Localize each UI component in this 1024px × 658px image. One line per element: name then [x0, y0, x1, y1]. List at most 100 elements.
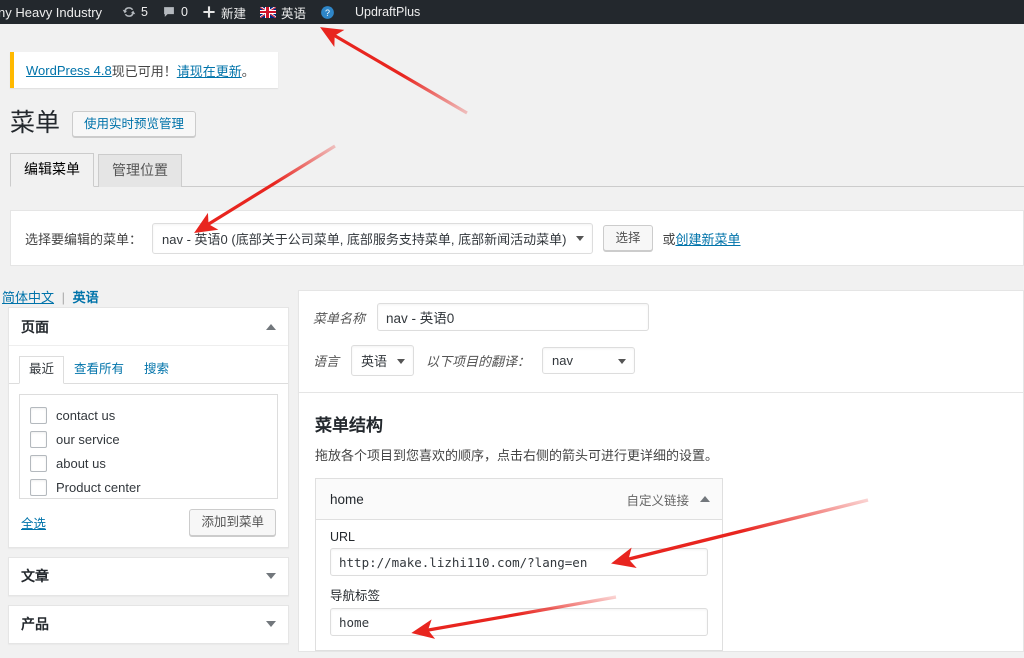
- menu-language-row: 语言 英语 以下项目的翻译： nav: [313, 345, 1009, 376]
- page-header: 菜单 使用实时预览管理: [10, 109, 197, 138]
- notice-version-link[interactable]: WordPress 4.8: [26, 63, 112, 78]
- panel-pages-tabs: 最近 查看所有 搜索: [9, 346, 288, 384]
- admin-bar: ny Heavy Industry 5 0 新建 英语 ? UpdraftPlu…: [0, 0, 1024, 24]
- menu-name-label: 菜单名称: [313, 310, 366, 326]
- chevron-down-icon: [618, 358, 627, 364]
- menu-item-meta: 自定义链接: [626, 490, 710, 509]
- language-links-divider: |: [61, 290, 66, 305]
- menu-item-settings: URL 导航标签: [316, 520, 722, 650]
- admin-bar-updates[interactable]: 5: [115, 0, 155, 24]
- language-link-english[interactable]: 英语: [73, 290, 99, 305]
- language-link-chinese[interactable]: 简体中文: [2, 290, 54, 305]
- select-menu-button[interactable]: 选择: [603, 224, 653, 252]
- list-item-label: about us: [56, 455, 106, 471]
- chevron-down-icon: [397, 358, 406, 364]
- menu-select-value: nav - 英语0 (底部关于公司菜单, 底部服务支持菜单, 底部新闻活动菜单): [162, 231, 567, 247]
- updraftplus-label: UpdraftPlus: [354, 5, 421, 19]
- url-field-label: URL: [330, 530, 356, 544]
- chevron-down-icon: [576, 236, 585, 241]
- notice-text-end: 。: [241, 63, 255, 79]
- url-input[interactable]: [330, 548, 708, 576]
- menu-name-row: 菜单名称: [313, 303, 1009, 331]
- menu-structure-box: 菜单结构 拖放各个项目到您喜欢的顺序，点击右侧的箭头可进行更详细的设置。 hom…: [298, 393, 1024, 652]
- translation-field-label: 以下项目的翻译：: [426, 354, 531, 369]
- live-preview-button[interactable]: 使用实时预览管理: [72, 110, 197, 137]
- admin-bar-updraftplus[interactable]: UpdraftPlus: [348, 0, 427, 24]
- panel-pages-title: 页面: [21, 318, 49, 335]
- list-item: our service: [30, 427, 267, 451]
- plus-icon: [202, 5, 216, 19]
- menu-structure-description: 拖放各个项目到您喜欢的顺序，点击右侧的箭头可进行更详细的设置。: [315, 448, 719, 463]
- menu-structure-title: 菜单结构: [315, 416, 383, 435]
- list-item: Product center: [30, 475, 267, 498]
- list-item: about us: [30, 451, 267, 475]
- panel-posts-header[interactable]: 文章: [9, 557, 288, 595]
- new-content-label: 新建: [220, 6, 246, 21]
- page-title: 菜单: [10, 109, 61, 137]
- admin-bar-comments[interactable]: 0: [155, 0, 195, 24]
- panel-products-title: 产品: [21, 616, 49, 632]
- chevron-down-icon[interactable]: [266, 573, 276, 579]
- chevron-down-icon[interactable]: [266, 621, 276, 627]
- updates-count: 5: [141, 5, 148, 19]
- menu-item-handle[interactable]: home 自定义链接: [316, 479, 722, 520]
- language-select-value: 英语: [361, 354, 388, 369]
- tab-view-all[interactable]: 查看所有: [64, 356, 134, 384]
- notice-text-middle: 现已可用！: [111, 63, 177, 79]
- chevron-up-icon[interactable]: [700, 496, 710, 502]
- list-item: contact us: [30, 403, 267, 427]
- language-label: 英语: [280, 6, 306, 21]
- wordpress-admin-screen: ny Heavy Industry 5 0 新建 英语 ? UpdraftPlu…: [0, 0, 1024, 658]
- panel-pages: 页面 最近 查看所有 搜索 contact us our service abo…: [8, 307, 289, 548]
- tab-search[interactable]: 搜索: [134, 356, 179, 384]
- site-name-label: ny Heavy Industry: [0, 4, 103, 20]
- arrow-to-language-switcher: [320, 27, 468, 115]
- menu-item-type: 自定义链接: [626, 493, 689, 508]
- panel-pages-actions: 全选 添加到菜单: [9, 499, 288, 547]
- update-icon: [122, 5, 136, 19]
- menu-item-home: home 自定义链接 URL 导航标签: [315, 478, 723, 651]
- admin-bar-help[interactable]: ?: [313, 0, 342, 24]
- create-new-menu-link[interactable]: 创建新菜单: [676, 232, 741, 247]
- tab-recent[interactable]: 最近: [19, 356, 65, 384]
- language-links: 简体中文 | 英语: [2, 287, 99, 306]
- menu-name-input[interactable]: [377, 303, 650, 331]
- panel-products: 产品: [8, 604, 289, 644]
- nav-tab-bar: 编辑菜单 管理位置: [10, 153, 1024, 187]
- language-field-label: 语言: [313, 354, 340, 369]
- admin-bar-site-name[interactable]: ny Heavy Industry: [0, 0, 109, 24]
- checkbox-about-us[interactable]: [30, 454, 47, 472]
- nav-label-field-label: 导航标签: [330, 589, 381, 603]
- checkbox-contact-us[interactable]: [30, 406, 47, 424]
- select-all-link[interactable]: 全选: [21, 513, 46, 532]
- uk-flag-icon: [259, 6, 276, 18]
- panel-posts-title: 文章: [21, 568, 49, 584]
- comment-icon: [162, 5, 176, 19]
- menu-select-label: 选择要编辑的菜单：: [25, 231, 143, 247]
- admin-bar-language-switcher[interactable]: 英语: [253, 0, 313, 24]
- list-item-label: Product center: [56, 479, 141, 495]
- pages-checkbox-list: contact us our service about us Product …: [19, 394, 278, 499]
- help-icon: ?: [320, 5, 335, 20]
- language-select[interactable]: 英语: [351, 345, 415, 376]
- list-item-label: contact us: [56, 407, 116, 423]
- panel-posts: 文章: [8, 556, 289, 596]
- tab-manage-locations[interactable]: 管理位置: [98, 154, 182, 187]
- notice-update-link[interactable]: 请现在更新: [177, 61, 242, 80]
- admin-bar-new-content[interactable]: 新建: [195, 0, 253, 24]
- panel-pages-header[interactable]: 页面: [9, 308, 288, 346]
- menu-edit-column: 菜单名称 语言 英语 以下项目的翻译： nav 菜单结构 拖放各个项目到您喜欢的…: [298, 290, 1024, 652]
- tab-edit-menu[interactable]: 编辑菜单: [10, 153, 94, 187]
- checkbox-product-center[interactable]: [30, 478, 47, 496]
- comments-count: 0: [181, 5, 188, 19]
- translation-select[interactable]: nav: [542, 347, 636, 374]
- panel-products-header[interactable]: 产品: [9, 605, 288, 643]
- add-menu-items-column: 页面 最近 查看所有 搜索 contact us our service abo…: [8, 307, 289, 653]
- chevron-up-icon[interactable]: [266, 323, 276, 330]
- menu-select-dropdown[interactable]: nav - 英语0 (底部关于公司菜单, 底部服务支持菜单, 底部新闻活动菜单): [152, 222, 594, 254]
- checkbox-our-service[interactable]: [30, 430, 47, 448]
- or-text: 或: [662, 231, 676, 247]
- menu-settings-box: 菜单名称 语言 英语 以下项目的翻译： nav: [298, 290, 1024, 393]
- nav-label-input[interactable]: [330, 608, 708, 636]
- add-to-menu-button[interactable]: 添加到菜单: [189, 509, 276, 536]
